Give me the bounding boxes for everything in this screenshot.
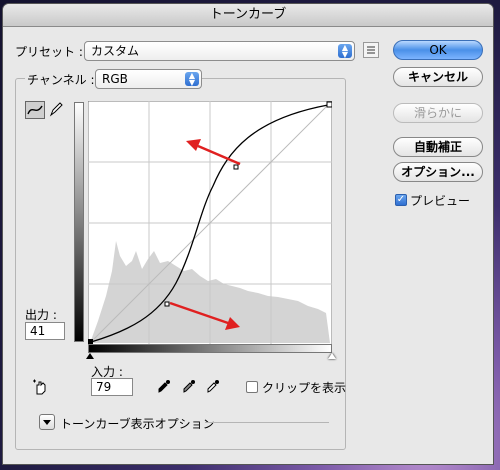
popup-arrows-icon: ▲ ▼ — [185, 72, 199, 87]
channel-select[interactable]: RGB ▲ ▼ — [95, 69, 202, 89]
channel-value: RGB — [102, 72, 128, 86]
curve-tool-icon[interactable] — [25, 101, 45, 119]
window-title: トーンカーブ — [209, 7, 287, 22]
title-bar: トーンカーブ — [3, 4, 493, 27]
output-gradient-bar — [74, 102, 84, 342]
gray-point-eyedropper-icon[interactable] — [181, 379, 197, 393]
list-menu-icon[interactable] — [363, 42, 379, 58]
auto-button[interactable]: 自動補正 — [393, 137, 483, 157]
curve-point-shadow[interactable] — [164, 301, 170, 307]
preview-label: プレビュー — [410, 194, 471, 208]
smooth-button[interactable]: 滑らかに — [393, 103, 483, 123]
input-field[interactable]: 79 — [91, 378, 133, 396]
preset-label: プリセット : — [15, 45, 83, 59]
tone-curve-dialog: トーンカーブ プリセット : カスタム ▲ ▼ チャンネル : RGB ▲ ▼ 出力… — [3, 4, 493, 464]
curve-options-label: トーンカーブ表示オプション — [60, 417, 215, 431]
black-point-eyedropper-icon[interactable] — [156, 379, 172, 393]
preview-checkbox[interactable]: ✓ — [395, 194, 407, 206]
disclosure-triangle-icon[interactable] — [39, 414, 55, 430]
options-button[interactable]: オプション... — [393, 162, 483, 182]
clip-checkbox[interactable] — [246, 381, 258, 393]
divider — [205, 422, 329, 423]
black-point-slider[interactable] — [86, 353, 94, 359]
clip-label: クリップを表示 — [262, 381, 347, 395]
white-point-eyedropper-icon[interactable] — [205, 379, 221, 393]
curve-point-white[interactable] — [326, 101, 332, 108]
output-label: 出力 : — [25, 308, 57, 322]
ok-button[interactable]: OK — [393, 40, 483, 60]
preset-value: カスタム — [91, 44, 140, 58]
cancel-button[interactable]: キャンセル — [393, 67, 483, 87]
popup-arrows-icon: ▲ ▼ — [338, 44, 352, 59]
white-point-slider[interactable] — [328, 353, 336, 359]
preset-select[interactable]: カスタム ▲ ▼ — [84, 41, 355, 61]
input-gradient-bar — [88, 344, 332, 353]
target-adjust-hand-icon[interactable] — [31, 377, 51, 397]
channel-label: チャンネル : — [25, 71, 97, 88]
output-field[interactable]: 41 — [25, 322, 65, 340]
curve-point-highlight[interactable] — [233, 164, 239, 170]
pencil-tool-icon[interactable] — [47, 101, 67, 119]
curve-graph[interactable] — [88, 101, 332, 345]
